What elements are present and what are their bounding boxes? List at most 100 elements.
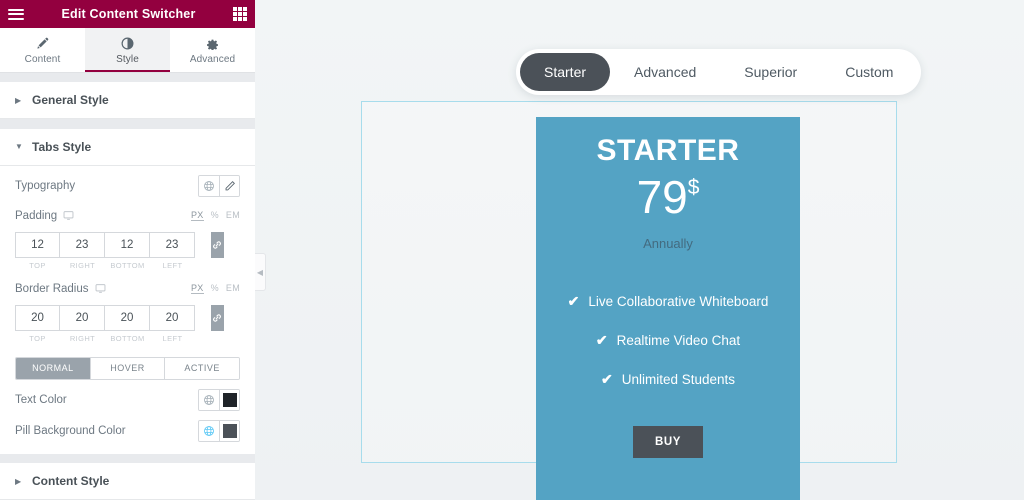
- unit-percent[interactable]: %: [211, 210, 219, 221]
- padding-bottom-input[interactable]: [105, 231, 150, 258]
- tab-style-label: Style: [116, 53, 139, 65]
- editor-panel: Edit Content Switcher Content Style Adva…: [0, 0, 266, 500]
- section-general-style-label: General Style: [32, 93, 109, 108]
- padding-left-cell: LEFT: [150, 231, 195, 270]
- pricing-card-features: ✔ Live Collaborative Whiteboard ✔ Realti…: [536, 293, 800, 410]
- radius-link-cell: [195, 304, 240, 343]
- pencil-edit-icon[interactable]: [219, 175, 239, 196]
- globe-icon[interactable]: [199, 389, 219, 410]
- pricing-card-title: STARTER: [596, 134, 740, 167]
- border-radius-label: Border Radius: [15, 283, 106, 295]
- tabs-style-body: Typography Padding PX % EM 12 TOP 23 RIG…: [0, 165, 255, 454]
- padding-right-input[interactable]: [60, 231, 105, 258]
- typography-label: Typography: [15, 179, 76, 192]
- padding-link-cell: [195, 231, 240, 270]
- text-color-buttons: [198, 388, 240, 411]
- chevron-right-icon: ▶: [15, 476, 22, 486]
- radius-left-cell: LEFT: [150, 304, 195, 343]
- chevron-down-icon: ▼: [15, 142, 23, 152]
- switcher-tab-superior[interactable]: Superior: [720, 53, 821, 91]
- padding-label: Padding: [15, 210, 74, 222]
- desktop-icon[interactable]: [63, 210, 74, 221]
- control-padding: Padding PX % EM: [15, 197, 240, 226]
- chevron-left-icon: ◀: [256, 267, 264, 277]
- link-icon[interactable]: [211, 304, 224, 331]
- unit-px[interactable]: PX: [190, 210, 204, 222]
- padding-top-input[interactable]: [15, 231, 60, 258]
- text-color-swatch[interactable]: [219, 389, 239, 410]
- text-color-label: Text Color: [15, 393, 67, 406]
- state-active[interactable]: ACTIVE: [164, 357, 239, 379]
- padding-top-cell: TOP: [15, 231, 60, 270]
- typography-buttons: [198, 174, 240, 197]
- feature-item: ✔ Realtime Video Chat: [536, 332, 800, 349]
- check-icon: ✔: [595, 331, 608, 348]
- unit-em[interactable]: EM: [226, 283, 240, 294]
- check-icon: ✔: [600, 370, 613, 387]
- padding-right-cell: RIGHT: [60, 231, 105, 270]
- radius-top-sublabel: TOP: [29, 333, 46, 343]
- panel-title: Edit Content Switcher: [61, 7, 196, 21]
- grid-apps-icon[interactable]: [233, 7, 247, 21]
- pill-background-color-swatch[interactable]: [219, 420, 239, 441]
- pill-background-color-chip: [222, 423, 237, 438]
- border-radius-inputs: TOP RIGHT BOTTOM LEFT: [15, 304, 240, 343]
- panel-collapse-handle[interactable]: ◀: [255, 253, 266, 291]
- padding-right-sublabel: RIGHT: [69, 260, 96, 270]
- buy-button[interactable]: BUY: [632, 425, 704, 458]
- control-text-color: Text Color: [15, 380, 240, 411]
- section-content-style[interactable]: ▶ Content Style: [0, 463, 255, 500]
- content-switcher-tabs: Starter Advanced Superior Custom: [516, 49, 922, 95]
- unit-px[interactable]: PX: [190, 283, 204, 295]
- radius-bottom-sublabel: BOTTOM: [110, 333, 145, 343]
- unit-percent[interactable]: %: [211, 283, 219, 294]
- radius-bottom-input[interactable]: [105, 304, 150, 331]
- control-typography: Typography: [15, 166, 240, 197]
- panel-tab-bar: Content Style Advanced: [0, 28, 255, 73]
- state-hover[interactable]: HOVER: [89, 357, 165, 379]
- feature-item: ✔ Unlimited Students: [536, 371, 800, 388]
- globe-icon[interactable]: [199, 420, 219, 441]
- padding-left-input[interactable]: [150, 231, 195, 258]
- radius-right-sublabel: RIGHT: [69, 333, 96, 343]
- radius-right-cell: RIGHT: [60, 304, 105, 343]
- editor-canvas: Starter Advanced Superior Custom STARTER…: [255, 0, 1024, 500]
- radius-left-sublabel: LEFT: [162, 333, 183, 343]
- padding-top-sublabel: TOP: [29, 260, 46, 270]
- state-normal[interactable]: NORMAL: [16, 357, 90, 379]
- padding-units: PX % EM: [190, 210, 240, 222]
- radius-left-input[interactable]: [150, 304, 195, 331]
- gear-icon: [206, 36, 219, 51]
- section-tabs-style[interactable]: ▼ Tabs Style: [0, 128, 255, 166]
- radius-bottom-cell: BOTTOM: [105, 304, 150, 343]
- tab-advanced[interactable]: Advanced: [170, 28, 255, 72]
- padding-bottom-cell: BOTTOM: [105, 231, 150, 270]
- feature-label: Live Collaborative Whiteboard: [588, 293, 769, 309]
- desktop-icon[interactable]: [95, 283, 106, 294]
- text-color-chip: [222, 392, 237, 407]
- section-content-style-label: Content Style: [32, 474, 110, 489]
- tab-content[interactable]: Content: [0, 28, 85, 72]
- link-icon[interactable]: [211, 231, 224, 258]
- switcher-tab-advanced[interactable]: Advanced: [610, 53, 720, 91]
- control-border-radius: Border Radius PX % EM: [15, 270, 240, 299]
- tab-advanced-label: Advanced: [189, 53, 236, 65]
- border-radius-units: PX % EM: [190, 283, 240, 295]
- hamburger-icon[interactable]: [8, 8, 24, 20]
- radius-top-cell: TOP: [15, 304, 60, 343]
- contrast-circle-icon: [121, 36, 134, 51]
- tab-style[interactable]: Style: [85, 28, 170, 72]
- padding-inputs: TOP RIGHT BOTTOM LEFT: [15, 231, 240, 270]
- pricing-card: STARTER 79 $ Annually ✔ Live Collaborati…: [536, 117, 800, 500]
- section-general-style[interactable]: ▶ General Style: [0, 82, 255, 120]
- radius-top-input[interactable]: [15, 304, 60, 331]
- control-pill-background-color: Pill Background Color: [15, 411, 240, 442]
- switcher-tab-starter[interactable]: Starter: [520, 53, 611, 91]
- switcher-tab-custom[interactable]: Custom: [821, 53, 917, 91]
- price-amount: 79: [636, 170, 688, 223]
- radius-right-input[interactable]: [60, 304, 105, 331]
- unit-em[interactable]: EM: [226, 210, 240, 221]
- check-icon: ✔: [567, 292, 580, 309]
- feature-label: Realtime Video Chat: [616, 332, 741, 348]
- globe-icon[interactable]: [199, 175, 219, 196]
